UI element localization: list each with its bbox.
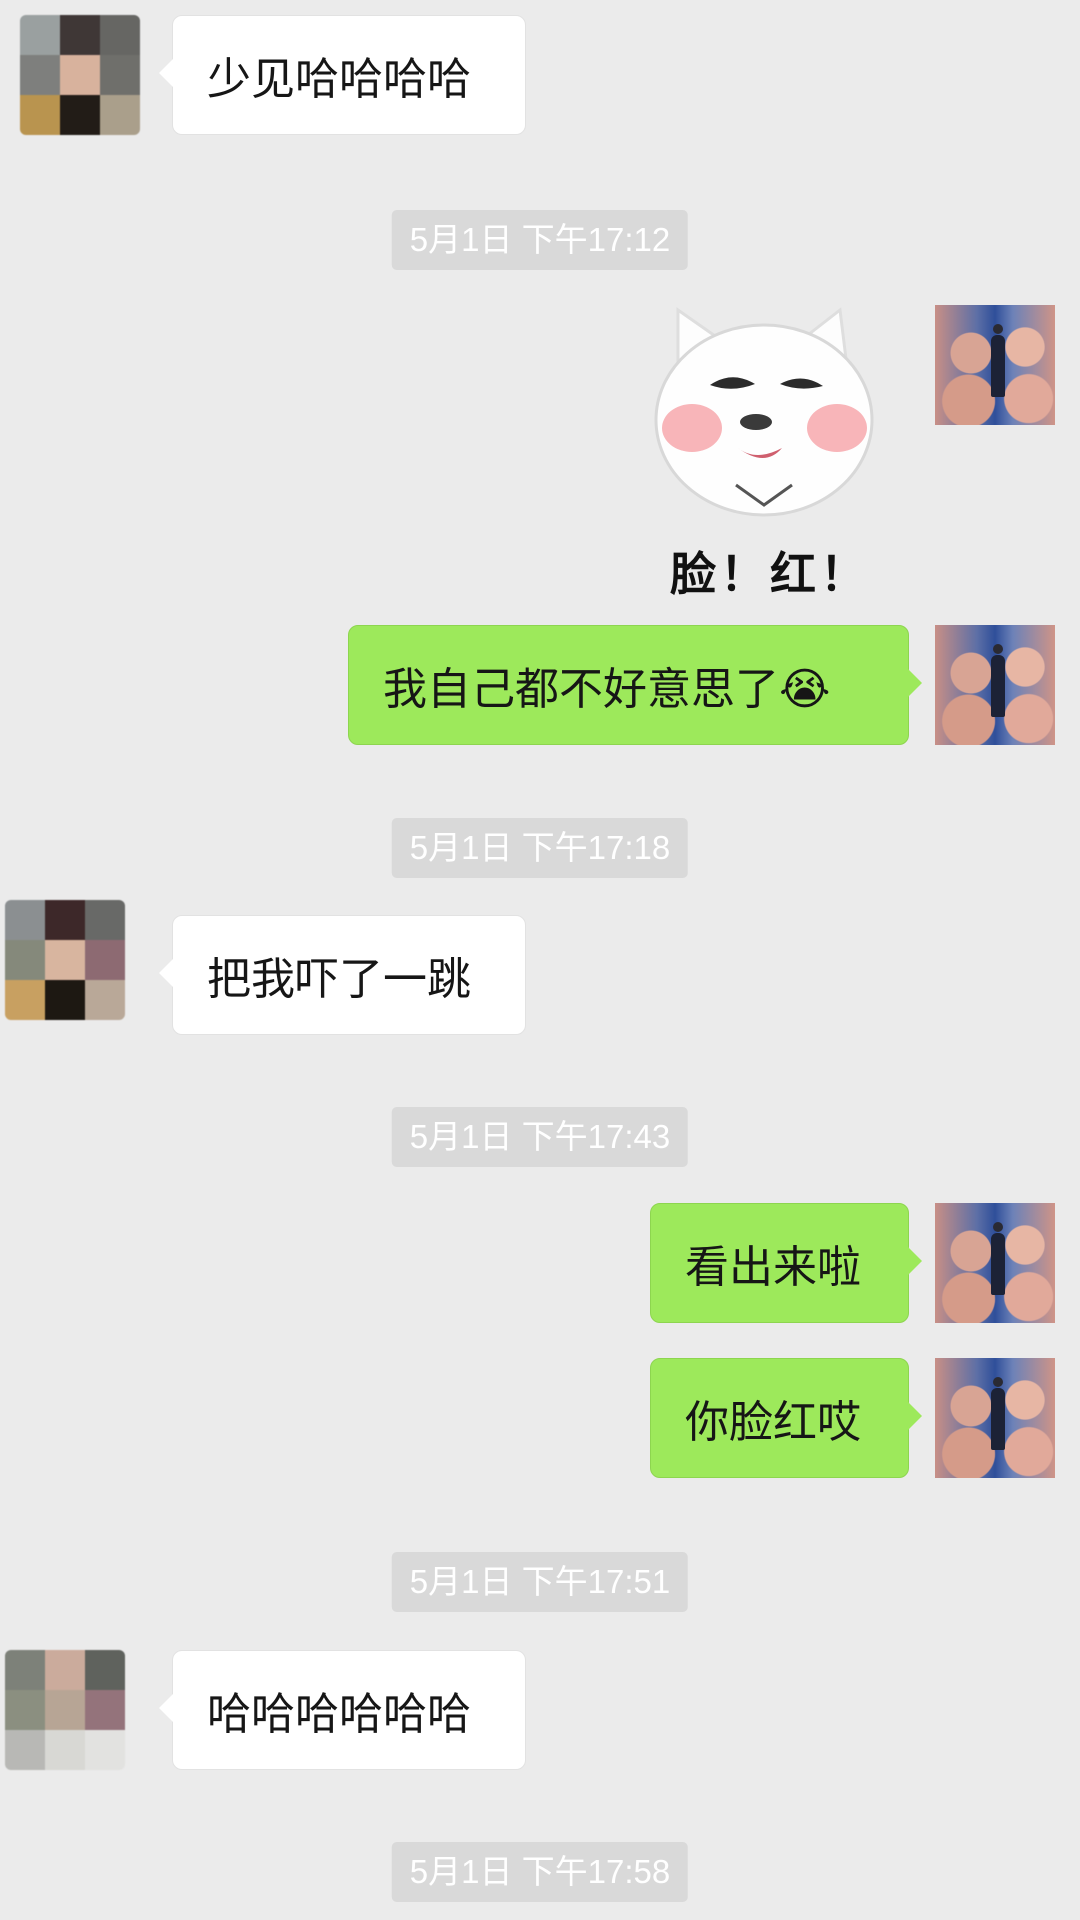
- message-text: 看出来啦: [685, 1242, 861, 1293]
- avatar-figure: [991, 324, 1005, 397]
- timestamp-label: 5月1日 下午17:58: [391, 1842, 689, 1902]
- avatar-figure: [991, 644, 1005, 717]
- avatar-figure: [991, 1377, 1005, 1450]
- sticker-caption: 脸！红！: [670, 547, 870, 601]
- contact-avatar[interactable]: [20, 15, 140, 135]
- incoming-message-bubble[interactable]: 把我吓了一跳: [159, 915, 526, 1035]
- self-avatar[interactable]: [935, 1203, 1055, 1323]
- timestamp-label: 5月1日 下午17:12: [391, 210, 689, 270]
- blushing-cat-sticker-icon[interactable]: 脸！红！: [640, 300, 900, 601]
- contact-avatar[interactable]: [5, 900, 125, 1020]
- timestamp-label: 5月1日 下午17:43: [391, 1107, 689, 1167]
- message-text: 我自己都不好意思了😭: [383, 664, 831, 715]
- contact-avatar[interactable]: [5, 1650, 125, 1770]
- incoming-message-bubble[interactable]: 少见哈哈哈哈: [159, 15, 526, 135]
- self-avatar[interactable]: [935, 625, 1055, 745]
- message-text: 把我吓了一跳: [207, 954, 471, 1005]
- outgoing-message-bubble[interactable]: 我自己都不好意思了😭: [348, 625, 922, 745]
- outgoing-message-bubble[interactable]: 你脸红哎: [650, 1358, 922, 1478]
- message-text: 你脸红哎: [685, 1397, 861, 1448]
- avatar-figure: [991, 1222, 1005, 1295]
- chat-window: 少见哈哈哈哈 5月1日 下午17:12 脸！红！ 我自己都不好意思了😭 5月1日…: [0, 0, 1080, 1920]
- self-avatar[interactable]: [935, 1358, 1055, 1478]
- message-text: 哈哈哈哈哈哈: [207, 1689, 471, 1740]
- timestamp-label: 5月1日 下午17:51: [391, 1552, 689, 1612]
- timestamp-label: 5月1日 下午17:18: [391, 818, 689, 878]
- outgoing-message-bubble[interactable]: 看出来啦: [650, 1203, 922, 1323]
- message-text: 少见哈哈哈哈: [207, 54, 471, 105]
- incoming-message-bubble[interactable]: 哈哈哈哈哈哈: [159, 1650, 526, 1770]
- self-avatar[interactable]: [935, 305, 1055, 425]
